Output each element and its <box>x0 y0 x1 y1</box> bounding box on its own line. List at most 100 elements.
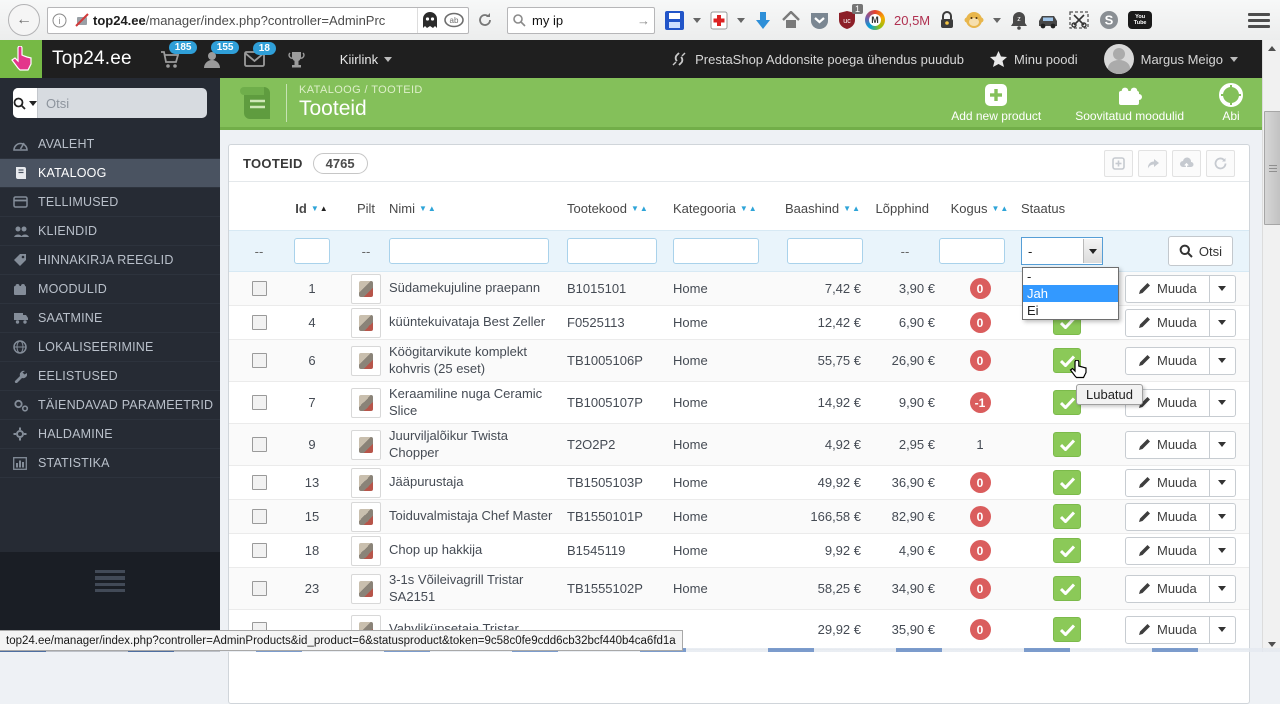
recommended-modules-button[interactable]: Soovitatud moodulid <box>1075 83 1184 123</box>
search-submit-button[interactable]: Otsi <box>1167 236 1233 266</box>
snooze-bell-icon[interactable]: z <box>1010 10 1028 30</box>
edit-button[interactable]: Muuda <box>1125 574 1210 603</box>
status-option[interactable]: Ei <box>1023 302 1118 319</box>
column-header-id[interactable]: Id ▼▲ <box>281 201 343 216</box>
add-product-icon-button[interactable] <box>1104 149 1133 177</box>
sidebar-item-eelistused[interactable]: EELISTUSED <box>0 362 220 391</box>
scrollbar-thumb[interactable] <box>1264 111 1280 225</box>
edit-dropdown-button[interactable] <box>1209 536 1236 565</box>
ghostery-icon[interactable] <box>422 11 438 29</box>
sidebar-item-haldamine[interactable]: HALDAMINE <box>0 420 220 449</box>
page-scrollbar[interactable] <box>1262 40 1280 652</box>
breadcrumb[interactable]: KATALOOG / TOOTEID <box>299 84 423 96</box>
shop-logo[interactable] <box>0 40 42 78</box>
row-checkbox[interactable] <box>251 581 267 596</box>
filter-id-input[interactable] <box>294 238 330 264</box>
monkey-dropdown-icon[interactable] <box>993 17 1002 23</box>
trophy-icon[interactable] <box>287 50 306 69</box>
filter-name-input[interactable] <box>389 238 549 264</box>
save-dropdown-icon[interactable] <box>693 17 701 23</box>
brand-name[interactable]: Top24.ee <box>52 48 132 70</box>
screenshot-scissors-icon[interactable] <box>1068 10 1090 30</box>
add-new-product-button[interactable]: Add new product <box>951 83 1041 123</box>
sort-icons[interactable]: ▼▲ <box>419 204 437 213</box>
sidebar-item-kataloog[interactable]: KATALOOG <box>0 159 220 188</box>
status-toggle-button[interactable] <box>1053 538 1081 563</box>
edit-dropdown-button[interactable] <box>1209 274 1236 303</box>
edit-button[interactable]: Muuda <box>1125 468 1210 497</box>
plugin-blocked-icon[interactable] <box>75 13 89 27</box>
sort-icons[interactable]: ▼▲ <box>843 204 861 213</box>
sidebar-item-moodulid[interactable]: MOODULID <box>0 275 220 304</box>
health-extension-icon[interactable] <box>710 11 728 30</box>
sidebar-search-input[interactable] <box>38 88 207 118</box>
column-header-baashind[interactable]: Baashind ▼▲ <box>771 201 871 216</box>
filter-qty-input[interactable] <box>939 238 1005 264</box>
product-name[interactable]: Toiduvalmistaja Chef Master <box>389 508 567 524</box>
sidebar-item-taiendavad-parameetrid[interactable]: TÄIENDAVAD PARAMEETRID <box>0 391 220 420</box>
edit-button[interactable]: Muuda <box>1125 308 1210 337</box>
scroll-up-button[interactable] <box>1263 40 1280 56</box>
product-name[interactable]: küüntekuivataja Best Zeller <box>389 314 567 330</box>
save-page-icon[interactable] <box>665 10 684 30</box>
product-name[interactable]: 3-1s Võileivagrill Tristar SA2151 <box>389 572 567 605</box>
edit-button[interactable]: Muuda <box>1125 274 1210 303</box>
edit-dropdown-button[interactable] <box>1209 468 1236 497</box>
sidebar-item-statistika[interactable]: STATISTIKA <box>0 449 220 478</box>
user-menu[interactable]: Margus Meigo <box>1103 44 1238 74</box>
collapse-menu-icon[interactable] <box>95 570 125 592</box>
edit-dropdown-button[interactable] <box>1209 502 1236 531</box>
quick-link-menu[interactable]: Kiirlink <box>340 52 393 67</box>
youtube-icon[interactable]: You Tube <box>1128 11 1153 29</box>
status-option[interactable]: Jah <box>1023 285 1118 302</box>
m-extension-icon[interactable]: M <box>865 10 885 30</box>
sidebar-item-hinnakirja-reeglid[interactable]: HINNAKIRJA REEGLID <box>0 246 220 275</box>
edit-button[interactable]: Muuda <box>1125 536 1210 565</box>
product-name[interactable]: Chop up hakkija <box>389 542 567 558</box>
browser-search-input[interactable] <box>530 11 633 29</box>
home-icon[interactable] <box>781 11 801 29</box>
sidebar-item-kliendid[interactable]: KLIENDID <box>0 217 220 246</box>
filter-category-input[interactable] <box>673 238 759 264</box>
export-icon-button[interactable] <box>1138 149 1167 177</box>
sidebar-item-saatmine[interactable]: SAATMINE <box>0 304 220 333</box>
column-header-kategooria[interactable]: Kategooria ▼▲ <box>673 201 771 216</box>
row-checkbox[interactable] <box>251 281 267 296</box>
customers-icon[interactable]: 155 <box>202 40 240 69</box>
row-checkbox[interactable] <box>251 543 267 558</box>
go-arrow-icon[interactable]: → <box>637 13 650 28</box>
skype-icon[interactable]: S <box>1099 10 1119 30</box>
import-cloud-icon-button[interactable] <box>1172 149 1201 177</box>
sidebar-item-lokaliseerimine[interactable]: LOKALISEERIMINE <box>0 333 220 362</box>
sidebar-item-avaleht[interactable]: AVALEHT <box>0 130 220 159</box>
row-checkbox[interactable] <box>251 437 267 452</box>
product-name[interactable]: Köögitarvikute komplekt kohvris (25 eset… <box>389 344 567 377</box>
status-toggle-button[interactable] <box>1053 470 1081 495</box>
column-header-nimi[interactable]: Nimi ▼▲ <box>389 201 567 216</box>
edit-button[interactable]: Muuda <box>1125 346 1210 375</box>
select-dropdown-button[interactable] <box>1083 239 1102 263</box>
edit-button[interactable]: Muuda <box>1125 615 1210 644</box>
sort-icons[interactable]: ▼▲ <box>311 204 329 213</box>
filter-code-input[interactable] <box>567 238 657 264</box>
row-checkbox[interactable] <box>251 315 267 330</box>
column-header-kogus[interactable]: Kogus ▼▲ <box>939 201 1021 216</box>
filter-baseprice-input[interactable] <box>787 238 863 264</box>
extension-icon[interactable]: ab <box>444 12 464 28</box>
status-toggle-button[interactable] <box>1053 617 1081 642</box>
download-arrow-icon[interactable] <box>754 11 772 30</box>
search-scope-button[interactable] <box>13 88 38 118</box>
sidebar-search[interactable] <box>13 88 207 118</box>
edit-dropdown-button[interactable] <box>1209 615 1236 644</box>
product-name[interactable]: Südamekujuline praepann <box>389 280 567 296</box>
edit-button[interactable]: Muuda <box>1125 430 1210 459</box>
edit-dropdown-button[interactable] <box>1209 430 1236 459</box>
product-name[interactable]: Jääpurustaja <box>389 474 567 490</box>
edit-dropdown-button[interactable] <box>1209 388 1236 417</box>
row-checkbox[interactable] <box>251 475 267 490</box>
refresh-icon-button[interactable] <box>1206 149 1235 177</box>
row-checkbox[interactable] <box>251 509 267 524</box>
row-checkbox[interactable] <box>251 353 267 368</box>
row-checkbox[interactable] <box>251 395 267 410</box>
status-toggle-button[interactable] <box>1053 504 1081 529</box>
